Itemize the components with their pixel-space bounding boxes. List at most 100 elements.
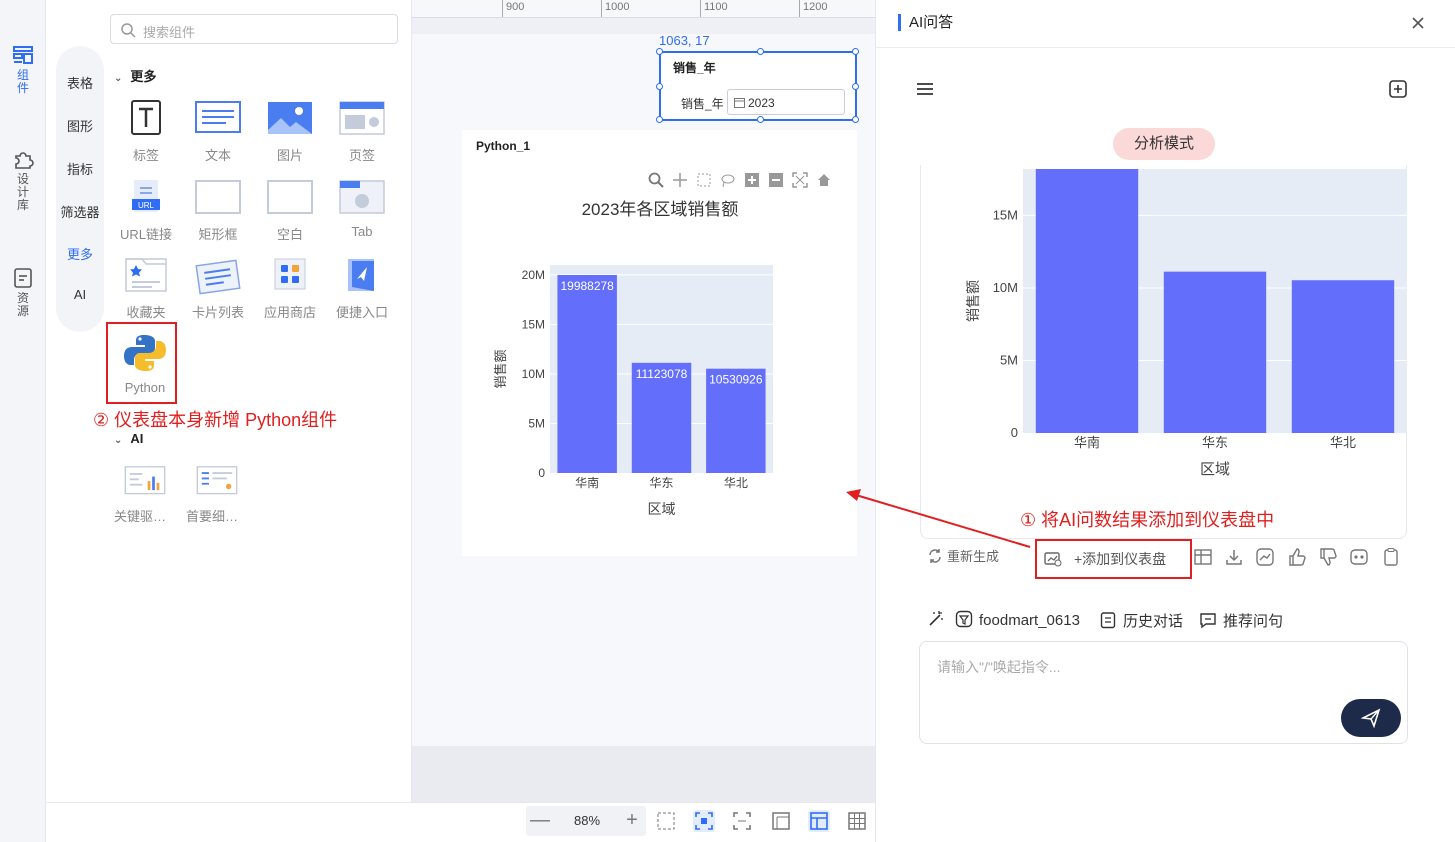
group-more-label: 更多 [130,69,157,84]
url-badge: URL [138,201,155,210]
x-tick-label: 华东 [1202,435,1228,450]
table-view-icon[interactable] [1193,547,1213,567]
comp-tabs-cn[interactable]: 页签 [331,100,393,164]
comp-app-store[interactable]: 应用商店 [259,257,321,321]
comp-label[interactable]: 标签 [115,100,177,164]
ruler-mark: 1200 [803,1,828,13]
comp-card-list[interactable]: 卡片列表 [187,257,249,321]
comp-favorites-label: 收藏夹 [126,305,166,320]
category-metric[interactable]: 指标 [56,159,104,178]
fit-selection-icon[interactable] [693,810,715,832]
comp-rectangle[interactable]: 矩形框 [187,179,249,243]
python-highlight-box [106,322,177,404]
menu-icon[interactable] [916,82,934,96]
year-select[interactable]: 2023 [727,89,845,115]
magic-wand-icon[interactable] [927,610,945,628]
comp-key-driver[interactable]: 关键驱动… [114,465,176,525]
horizontal-ruler: 900 1000 1100 1200 [412,0,875,18]
rail-item-resources[interactable]: 资源 [0,267,46,318]
dataset-icon [955,610,973,628]
category-table[interactable]: 表格 [56,73,104,92]
resize-handle[interactable] [852,83,859,90]
send-button[interactable] [1341,699,1401,737]
ruler-mark: 1000 [605,1,630,13]
y-tick-label: 5M [1000,352,1018,367]
chevron-down-icon: ⌄ [114,435,123,446]
analysis-mode-badge[interactable]: 分析模式 [1113,128,1215,160]
quick-entry-icon [348,259,374,291]
card-list-icon [195,259,241,295]
clipboard-icon[interactable] [1381,547,1401,567]
group-ai-title[interactable]: ⌄ AI [114,431,143,446]
search-input[interactable]: 搜索组件 [143,22,195,41]
layout-icon[interactable] [770,810,792,832]
resize-handle[interactable] [757,48,764,55]
fit-page-icon[interactable] [655,810,677,832]
refresh-icon [929,549,941,563]
y-axis-label: 销售额 [493,349,508,388]
zoom-in-button[interactable]: + [620,809,644,832]
y-axis-label: 销售额 [965,280,981,322]
category-filter[interactable]: 筛选器 [56,202,104,221]
comp-favorites[interactable]: 收藏夹 [115,257,177,321]
category-more[interactable]: 更多 [56,244,104,263]
comp-top-segment-label: 首要细分… [186,509,248,524]
annotation-python: ② 仪表盘本身新增 Python组件 [93,410,338,430]
category-graphic[interactable]: 图形 [56,116,104,135]
rail-label: 资源 [16,291,29,318]
chart-icon[interactable] [1255,547,1275,567]
resize-handle[interactable] [757,116,764,123]
comp-top-segment[interactable]: 首要细分… [186,465,248,525]
x-tick-label: 华北 [1330,435,1356,450]
python-chart-card[interactable]: Python_1 0 5M 10M 15M 20M 19988278 华南 11123078 华… [462,130,857,556]
bar [1163,271,1267,433]
resize-handle[interactable] [656,116,663,123]
comp-image[interactable]: 图片 [259,100,321,164]
tab-icon [339,180,385,214]
resize-handle[interactable] [852,116,859,123]
resize-handle[interactable] [656,48,663,55]
comp-quick-entry[interactable]: 便捷入口 [331,257,393,321]
resource-icon [14,268,32,288]
text-label-icon [131,100,161,135]
recommend-button[interactable]: 推荐问句 [1199,610,1283,631]
zoom-out-button[interactable]: — [528,809,552,832]
comp-label-text: 标签 [132,148,159,163]
comp-app-store-label: 应用商店 [263,305,316,320]
resize-handle[interactable] [656,83,663,90]
comp-blank[interactable]: 空白 [259,179,321,243]
history-button[interactable]: 历史对话 [1099,610,1183,631]
zoom-level[interactable]: 88% [562,813,612,828]
comp-text[interactable]: 文本 [187,100,249,164]
rail-item-design-library[interactable]: 设计库 [0,148,46,212]
url-link-icon: URL [132,180,160,212]
component-search[interactable]: 搜索组件 [110,14,398,44]
panel-divider [875,47,1455,48]
regenerate-label: 重新生成 [947,549,1000,564]
dataset-selector[interactable]: foodmart_0613 [955,610,1080,629]
panel-layout-icon[interactable] [808,810,830,832]
y-tick-label: 5M [528,416,545,430]
group-more-title[interactable]: ⌄ 更多 [114,66,156,85]
close-icon[interactable] [1410,15,1426,31]
new-chat-icon[interactable] [1388,79,1408,99]
question-input[interactable]: 请输入"/"唤起指令... [919,641,1408,744]
resize-handle[interactable] [852,48,859,55]
download-icon[interactable] [1224,547,1244,567]
text-block-icon [195,101,241,133]
robot-icon[interactable] [1349,547,1369,567]
rail-item-components[interactable]: 组件 [0,44,46,95]
thumbs-down-icon[interactable] [1318,547,1338,567]
sales-bar-chart: 0 5M 10M 15M 20M 19988278 华南 11123078 华东 10530926… [493,200,773,517]
thumbs-up-icon[interactable] [1287,547,1307,567]
category-list: 表格 图形 指标 筛选器 更多 AI [56,46,104,332]
comp-tab-label: Tab [351,224,373,239]
regenerate-button[interactable]: 重新生成 [927,546,999,565]
comp-url-link[interactable]: URL URL链接 [115,179,177,243]
grid-icon[interactable] [846,810,868,832]
comp-tab[interactable]: Tab [331,179,393,239]
dataset-name: foodmart_0613 [979,612,1080,629]
fit-width-icon[interactable] [731,810,753,832]
search-icon [121,23,136,38]
category-ai[interactable]: AI [56,287,104,302]
